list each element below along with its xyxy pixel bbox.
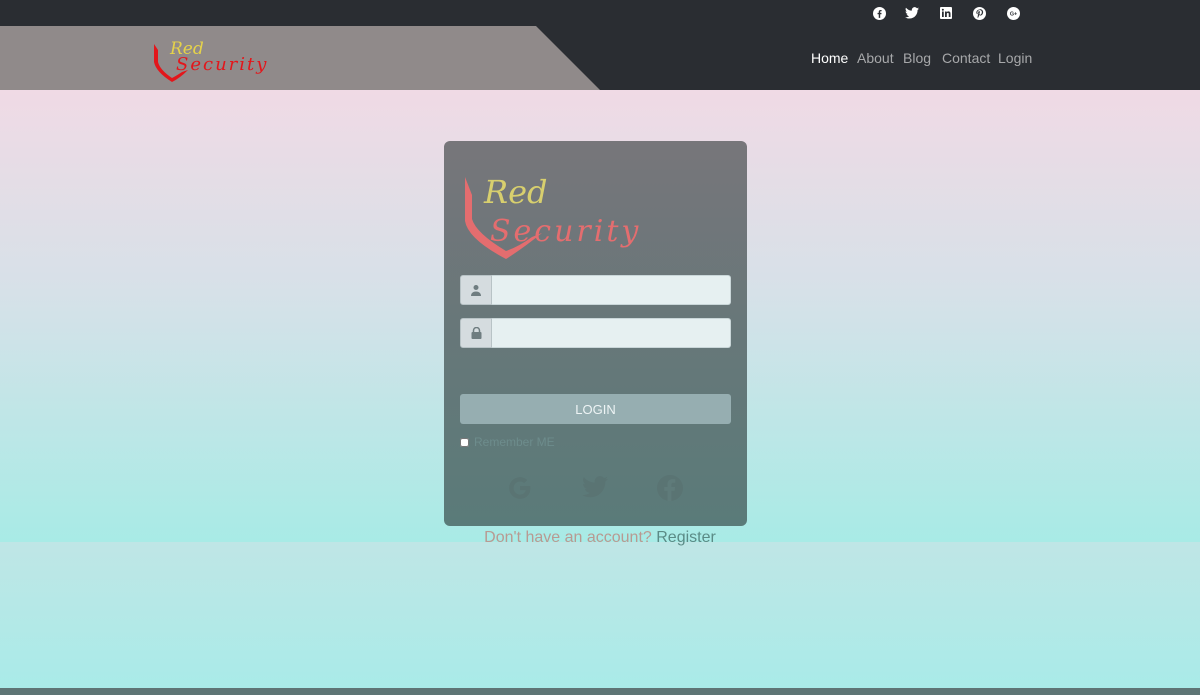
top-social-bar: G+ xyxy=(0,0,1200,26)
login-card: Red Security LOGIN Remember ME xyxy=(444,141,747,526)
nav-contact[interactable]: Contact xyxy=(942,50,990,66)
footer-strip xyxy=(0,688,1200,695)
nav-blog[interactable]: Blog xyxy=(903,50,931,66)
svg-text:G+: G+ xyxy=(1009,11,1016,17)
google-icon[interactable] xyxy=(507,475,533,501)
svg-text:Security: Security xyxy=(176,54,268,75)
remember-label: Remember ME xyxy=(474,435,555,449)
card-logo: Red Security xyxy=(465,173,641,259)
username-input[interactable] xyxy=(492,275,731,305)
remember-me[interactable]: Remember ME xyxy=(460,435,555,449)
facebook-icon[interactable] xyxy=(871,5,887,21)
pinterest-icon[interactable] xyxy=(971,5,987,21)
lower-area xyxy=(0,542,1200,688)
site-header: Red Security Home About Blog Contact Log… xyxy=(0,26,1200,90)
user-icon xyxy=(460,275,492,305)
lock-icon xyxy=(460,318,492,348)
twitter-icon[interactable] xyxy=(904,5,920,21)
register-prompt: Don't have an account? Register xyxy=(0,529,1200,547)
nav-login[interactable]: Login xyxy=(998,50,1032,66)
svg-text:Security: Security xyxy=(490,214,641,249)
logo[interactable]: Red Security xyxy=(150,32,315,88)
google-plus-icon[interactable]: G+ xyxy=(1005,5,1021,21)
remember-checkbox[interactable] xyxy=(460,437,469,447)
twitter-icon[interactable] xyxy=(582,475,608,501)
password-input[interactable] xyxy=(492,318,731,348)
facebook-icon[interactable] xyxy=(657,475,683,501)
svg-text:Red: Red xyxy=(483,173,548,211)
linkedin-icon[interactable] xyxy=(938,5,954,21)
login-button[interactable]: LOGIN xyxy=(460,394,731,424)
nav-home[interactable]: Home xyxy=(811,50,848,66)
register-link[interactable]: Register xyxy=(656,529,716,546)
nav-about[interactable]: About xyxy=(857,50,894,66)
password-field xyxy=(460,318,731,348)
register-question: Don't have an account? xyxy=(484,529,652,546)
username-field xyxy=(460,275,731,305)
